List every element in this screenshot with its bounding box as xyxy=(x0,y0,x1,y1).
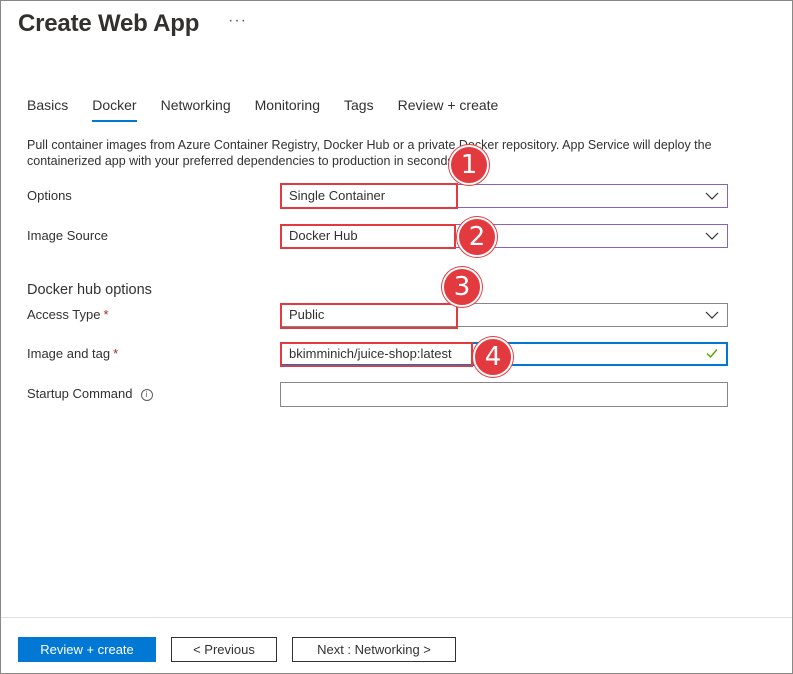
page-title: Create Web App xyxy=(18,10,200,37)
startup-command-label-text: Startup Command xyxy=(27,386,133,401)
previous-button[interactable]: < Previous xyxy=(171,637,277,662)
required-mark: * xyxy=(113,346,119,361)
startup-command-input[interactable] xyxy=(280,382,728,407)
footer-divider xyxy=(1,617,792,618)
access-type-label: Access Type * xyxy=(27,307,109,322)
tab-review-create[interactable]: Review + create xyxy=(398,97,499,120)
annotation-badge-3: 3 xyxy=(442,267,482,307)
required-mark: * xyxy=(103,307,109,322)
options-value: Single Container xyxy=(289,188,386,203)
checkmark-icon xyxy=(706,349,718,359)
chevron-down-icon xyxy=(705,311,719,319)
options-label: Options xyxy=(27,188,72,203)
image-and-tag-label-text: Image and tag xyxy=(27,346,111,361)
tab-networking[interactable]: Networking xyxy=(161,97,231,120)
tab-docker[interactable]: Docker xyxy=(92,97,137,122)
next-networking-button[interactable]: Next : Networking > xyxy=(292,637,456,662)
chevron-down-icon xyxy=(705,192,719,200)
annotation-badge-2: 2 xyxy=(457,217,497,257)
annotation-badge-1: 1 xyxy=(449,145,489,185)
annotation-badge-4: 4 xyxy=(473,337,513,377)
access-type-dropdown[interactable]: Public xyxy=(280,303,728,327)
review-create-button[interactable]: Review + create xyxy=(18,637,156,662)
access-type-label-text: Access Type xyxy=(27,307,101,322)
tab-monitoring[interactable]: Monitoring xyxy=(255,97,320,120)
image-source-value: Docker Hub xyxy=(289,228,358,243)
docker-description: Pull container images from Azure Contain… xyxy=(27,138,712,168)
image-and-tag-value: bkimminich/juice-shop:latest xyxy=(289,346,452,361)
image-source-label: Image Source xyxy=(27,228,108,243)
more-actions-button[interactable]: ··· xyxy=(228,12,247,30)
image-and-tag-label: Image and tag * xyxy=(27,346,118,361)
tab-tags[interactable]: Tags xyxy=(344,97,374,120)
tab-basics[interactable]: Basics xyxy=(27,97,68,120)
info-icon[interactable]: i xyxy=(140,388,153,401)
chevron-down-icon xyxy=(705,232,719,240)
startup-command-label: Startup Command i xyxy=(27,386,153,401)
options-dropdown[interactable]: Single Container xyxy=(280,184,728,208)
docker-hub-options-heading: Docker hub options xyxy=(27,282,152,298)
image-source-dropdown[interactable]: Docker Hub xyxy=(280,224,728,248)
tab-bar: Basics Docker Networking Monitoring Tags… xyxy=(27,97,522,122)
access-type-value: Public xyxy=(289,307,325,322)
